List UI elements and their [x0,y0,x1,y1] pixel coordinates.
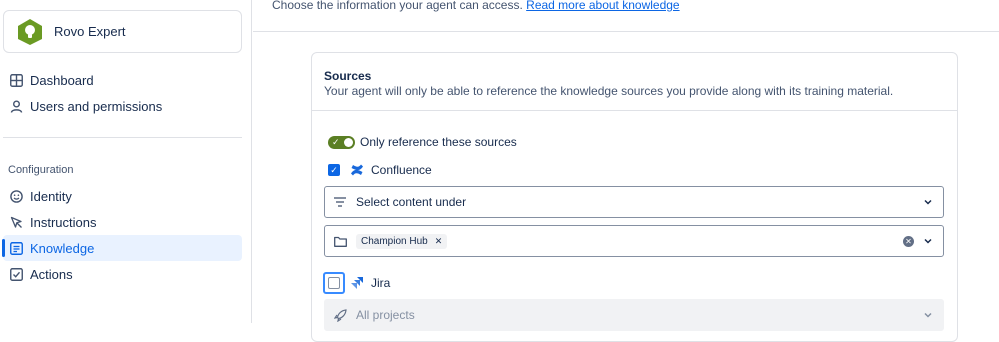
nav-item-label: Instructions [30,214,97,230]
jira-label: Jira [371,276,391,290]
agent-card[interactable]: Rovo Expert [3,10,242,53]
rocket-icon [334,308,348,322]
only-reference-toggle[interactable]: ✓ [328,135,355,149]
intro-line: Choose the information your agent can ac… [272,0,680,12]
nav-item-label: Users and permissions [30,98,163,114]
confluence-icon [351,164,363,176]
document-icon [9,241,23,255]
dashboard-icon [9,73,23,87]
nav-item-identity[interactable]: Identity [3,183,242,209]
read-more-link[interactable]: Read more about knowledge [526,0,679,12]
selected-tag: Champion Hub ✕ [356,233,448,249]
nav-item-users-and-permissions[interactable]: Users and permissions [3,93,242,119]
nav-item-actions[interactable]: Actions [3,261,242,287]
jira-row: Jira [323,272,391,294]
section-label-configuration: Configuration [8,164,74,176]
intro-text: Choose the information your agent can ac… [272,0,523,12]
only-reference-toggle-row: ✓ Only reference these sources [328,135,517,149]
sources-title: Sources [324,69,372,83]
chevron-down-icon [923,197,933,207]
nav-item-label: Dashboard [30,72,94,88]
header-divider [253,31,999,32]
jira-projects-dropdown[interactable]: All projects [324,299,944,331]
select-content-label: Select content under [356,195,467,209]
nav-item-dashboard[interactable]: Dashboard [3,67,242,93]
chevron-down-icon[interactable] [923,236,933,246]
folder-icon [334,234,348,248]
selected-tag-label: Champion Hub [361,235,428,247]
pointer-icon [9,215,23,229]
agent-logo-icon [18,18,42,45]
jira-checkbox[interactable] [328,277,340,289]
sidebar: Rovo Expert Dashboard Users and permissi… [0,0,252,323]
toggle-label: Only reference these sources [360,135,517,149]
sidebar-divider [3,137,242,138]
sources-subtitle: Your agent will only be able to referenc… [324,84,894,98]
remove-tag-icon[interactable]: ✕ [435,236,443,247]
nav-item-instructions[interactable]: Instructions [3,209,242,235]
agent-name: Rovo Expert [54,24,126,39]
main-content: Choose the information your agent can ac… [253,0,999,342]
jira-icon [351,277,363,289]
sources-card: Sources Your agent will only be able to … [311,52,958,342]
confluence-checkbox[interactable]: ✓ [328,164,340,176]
confluence-row: ✓ Confluence [328,163,432,177]
confluence-label: Confluence [371,163,432,177]
check-icon: ✓ [332,136,340,147]
projects-placeholder: All projects [356,308,415,322]
smiley-icon [9,189,23,203]
nav-item-label: Knowledge [30,240,95,256]
checkbox-icon [9,267,23,281]
toggle-knob [344,137,353,147]
content-picker[interactable]: Champion Hub ✕ ✕ [324,225,944,257]
sources-divider [312,110,957,111]
person-icon [9,99,23,113]
chevron-down-icon [923,310,933,320]
nav-item-label: Actions [30,266,73,282]
select-content-dropdown[interactable]: Select content under [324,186,944,218]
jira-checkbox-focus [323,272,345,294]
nav-item-knowledge[interactable]: Knowledge [2,235,242,261]
clear-icon[interactable]: ✕ [903,236,914,247]
filter-icon [334,195,348,209]
nav-item-label: Identity [30,188,72,204]
